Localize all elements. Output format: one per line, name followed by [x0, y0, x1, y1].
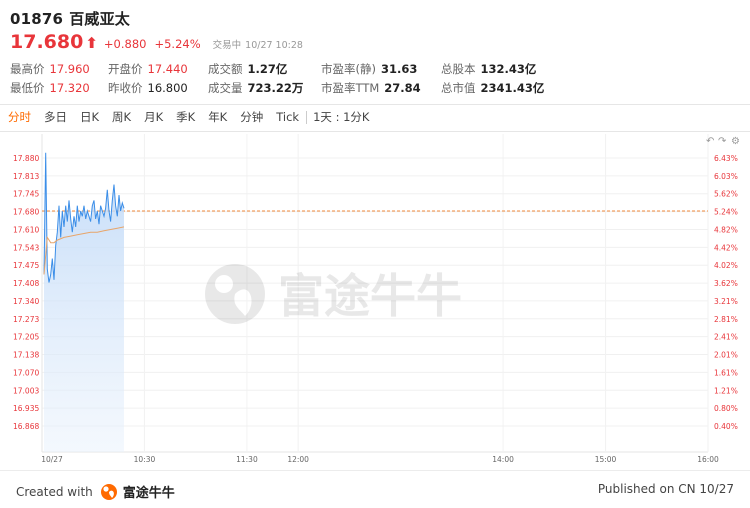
price-area — [44, 152, 124, 452]
y-tick-pct-label: 4.82% — [714, 225, 738, 234]
footer: Created with 富途牛牛 Published on CN 10/27 — [0, 470, 750, 508]
divider — [0, 104, 750, 105]
futu-logo-icon — [100, 483, 120, 501]
y-tick-pct-label: 2.01% — [714, 351, 738, 360]
stat-total-shares: 总股本 132.43亿 — [441, 62, 537, 76]
intraday-chart: 富途牛牛 17.880 17.813 17.745 17.680 17.610 17.54… — [0, 134, 750, 468]
stat-volume: 成交量 723.22万 — [208, 81, 304, 95]
y-tick-label: 17.273 — [13, 315, 39, 324]
y-tick-pct-label: 3.62% — [714, 279, 738, 288]
tab-daily-k[interactable]: 日K — [80, 109, 99, 125]
trading-status: 交易中 — [212, 40, 242, 51]
y-tick-pct-label: 1.21% — [714, 386, 738, 395]
y-tick-pct-label: 6.43% — [714, 154, 738, 163]
tab-monthly-k[interactable]: 月K — [144, 109, 163, 125]
y-tick-pct-label: 5.62% — [714, 190, 738, 199]
y-axis-left: 17.880 17.813 17.745 17.680 17.610 17.543 17.4… — [13, 154, 39, 431]
y-tick-pct-label: 1.61% — [714, 368, 738, 377]
y-tick-label: 17.543 — [13, 243, 39, 252]
x-tick-label: 10:30 — [134, 455, 156, 464]
x-tick-label: 16:00 — [697, 455, 719, 464]
tab-yearly-k[interactable]: 年K — [208, 109, 227, 125]
stock-name: 百威亚太 — [69, 10, 130, 28]
y-tick-label: 17.003 — [13, 386, 39, 395]
created-with: Created with 富途牛牛 — [16, 482, 175, 501]
y-tick-label: 16.935 — [13, 404, 39, 413]
y-tick-pct-label: 0.80% — [714, 404, 738, 413]
stat-open: 开盘价 17.440 — [108, 62, 188, 76]
y-tick-label: 17.880 — [13, 154, 39, 163]
tab-separator — [306, 110, 308, 124]
price-change: +0.880 — [103, 37, 147, 51]
x-tick-label: 12:00 — [287, 455, 309, 464]
published-info: Published on CN 10/27 — [597, 482, 734, 496]
y-tick-label: 17.813 — [13, 172, 39, 181]
tab-quarterly-k[interactable]: 季K — [176, 109, 195, 125]
y-tick-label: 17.205 — [13, 333, 39, 342]
stock-header: 01876 百威亚太 — [10, 8, 136, 29]
y-tick-label: 17.680 — [13, 208, 39, 217]
tab-multi-day[interactable]: 多日 — [44, 109, 67, 125]
trading-datetime: 10/27 10:28 — [245, 40, 303, 51]
y-tick-pct-label: 2.41% — [714, 333, 738, 342]
y-tick-pct-label: 0.40% — [714, 422, 738, 431]
stat-turnover: 成交额 1.27亿 — [208, 62, 288, 76]
stat-prev-close: 昨收价 16.800 — [108, 81, 188, 95]
created-label: Created with — [16, 484, 93, 499]
y-axis-right: 6.43% 6.03% 5.62% 5.24% 4.82% 4.42% 4.02% 3.62%… — [714, 154, 738, 431]
stat-pe-ttm: 市盈率TTM 27.84 — [321, 81, 421, 95]
y-tick-label: 17.475 — [13, 261, 39, 270]
current-price: 17.680 — [10, 31, 84, 53]
y-tick-pct-label: 5.24% — [714, 208, 738, 217]
watermark-text: 富途牛牛 — [278, 269, 462, 323]
settings-icon[interactable]: ⚙ — [731, 136, 740, 147]
x-tick-label: 11:30 — [236, 455, 258, 464]
y-tick-pct-label: 3.21% — [714, 297, 738, 306]
watermark: 富途牛牛 — [205, 264, 462, 324]
chart-tools: ↶ ↷ ⚙ — [706, 136, 740, 147]
chart-tabs: 分时 多日 日K 周K 月K 季K 年K 分钟 Tick 1天 : 1分K — [8, 109, 382, 125]
y-tick-pct-label: 4.42% — [714, 243, 738, 252]
redo-icon[interactable]: ↷ — [718, 136, 727, 147]
y-tick-label: 16.868 — [13, 422, 39, 431]
y-tick-label: 17.408 — [13, 279, 39, 288]
x-axis: 10/27 10:30 11:30 12:00 14:00 15:00 16:00 — [41, 455, 719, 464]
tab-period-select[interactable]: 1天 : 1分K — [313, 109, 369, 125]
stat-pe-static: 市盈率(静) 31.63 — [321, 62, 418, 76]
chart-svg: 富途牛牛 17.880 17.813 17.745 17.680 17.610 17.54… — [13, 134, 740, 464]
y-tick-label: 17.340 — [13, 297, 39, 306]
y-tick-label: 17.745 — [13, 190, 39, 199]
x-tick-label: 10/27 — [41, 455, 63, 464]
x-tick-label: 15:00 — [595, 455, 617, 464]
tab-minute[interactable]: 分钟 — [240, 109, 263, 125]
undo-icon[interactable]: ↶ — [706, 136, 714, 147]
stat-low: 最低价 17.320 — [10, 81, 90, 95]
y-tick-label: 17.138 — [13, 351, 39, 360]
y-tick-pct-label: 2.81% — [714, 315, 738, 324]
stat-market-cap: 总市值 2341.43亿 — [441, 81, 545, 95]
tab-weekly-k[interactable]: 周K — [112, 109, 131, 125]
price-change-pct: +5.24% — [154, 37, 201, 51]
watermark-logo-icon — [215, 275, 233, 293]
price-row: 17.680 ⬆ +0.880 +5.24% 交易中 10/27 10:28 — [10, 31, 303, 53]
y-tick-label: 17.070 — [13, 368, 39, 377]
tab-tick[interactable]: Tick — [276, 110, 299, 124]
stock-code: 01876 — [10, 10, 64, 28]
y-tick-label: 17.610 — [13, 225, 39, 234]
x-tick-label: 14:00 — [492, 455, 514, 464]
brand-name: 富途牛牛 — [122, 486, 175, 501]
arrow-up-icon: ⬆ — [85, 34, 98, 52]
tab-intraday[interactable]: 分时 — [8, 109, 31, 125]
divider — [0, 131, 750, 132]
y-tick-pct-label: 4.02% — [714, 261, 738, 270]
y-tick-pct-label: 6.03% — [714, 172, 738, 181]
stat-high: 最高价 17.960 — [10, 62, 90, 76]
